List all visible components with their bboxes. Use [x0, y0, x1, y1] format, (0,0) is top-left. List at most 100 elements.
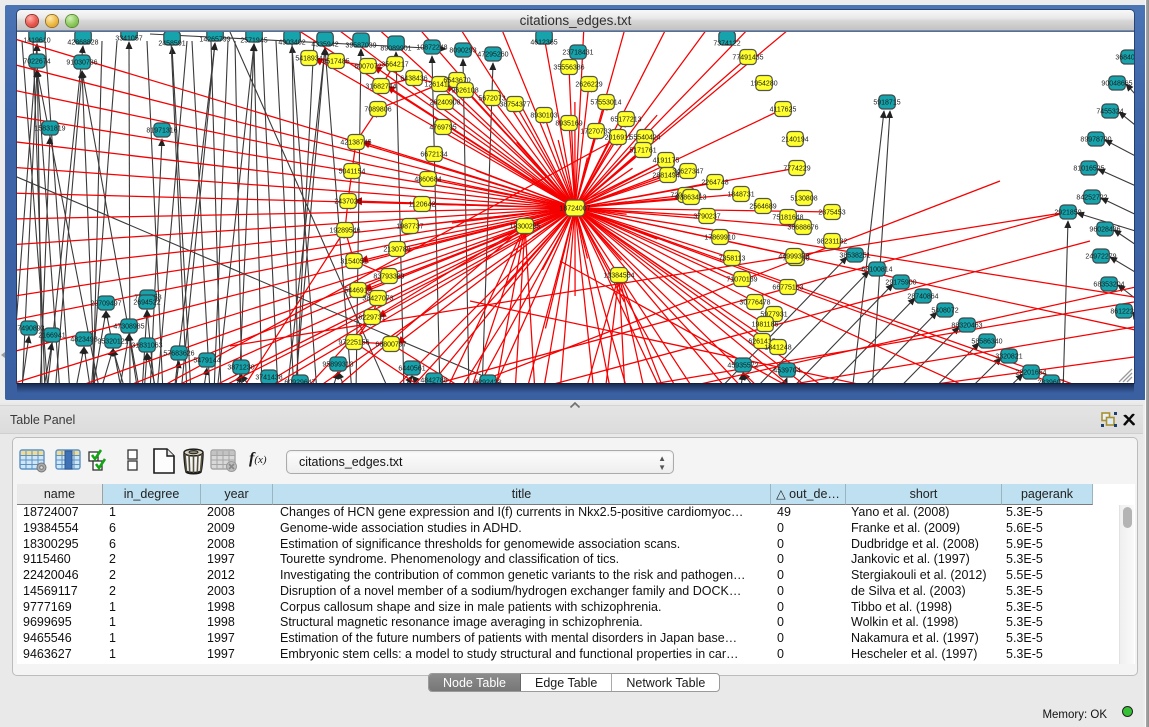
svg-text:7374122: 7374122: [713, 41, 740, 48]
svg-text:38688676: 38688676: [787, 225, 818, 232]
svg-text:98231132: 98231132: [817, 239, 848, 246]
svg-text:6672134: 6672134: [420, 152, 447, 159]
svg-text:1981186: 1981186: [752, 322, 779, 329]
svg-text:6229731: 6229731: [358, 315, 385, 322]
svg-text:8090293: 8090293: [449, 48, 476, 55]
svg-text:84252722: 84252722: [1076, 195, 1107, 202]
svg-text:38427073: 38427073: [362, 296, 393, 303]
svg-text:2626229: 2626229: [575, 82, 602, 89]
svg-text:65177213: 65177213: [610, 117, 641, 124]
svg-text:3154051: 3154051: [340, 259, 367, 266]
svg-text:4860684: 4860684: [414, 177, 441, 184]
svg-text:90048665: 90048665: [1101, 81, 1132, 88]
svg-text:96028436: 96028436: [1089, 227, 1120, 234]
svg-text:77491435: 77491435: [732, 55, 763, 62]
svg-text:47308985: 47308985: [113, 324, 144, 331]
svg-text:5918715: 5918715: [873, 100, 900, 107]
svg-text:2921859: 2921859: [1054, 210, 1081, 217]
svg-text:87490893: 87490893: [17, 326, 45, 333]
svg-text:95320121: 95320121: [97, 339, 128, 346]
svg-text:26240908: 26240908: [429, 100, 460, 107]
svg-text:29175900: 29175900: [885, 280, 916, 287]
svg-text:3320821: 3320821: [995, 354, 1022, 361]
svg-text:8930103: 8930103: [530, 113, 557, 120]
svg-text:5479144: 5479144: [193, 358, 220, 365]
svg-text:68353204: 68353204: [1093, 282, 1124, 289]
svg-text:5171761: 5171761: [629, 148, 656, 155]
svg-text:18300295: 18300295: [509, 224, 540, 231]
svg-text:2694522: 2694522: [133, 300, 160, 307]
svg-text:4335942: 4335942: [311, 42, 338, 49]
svg-text:4903402: 4903402: [278, 40, 305, 47]
svg-text:2564689: 2564689: [749, 204, 776, 211]
svg-text:2016911: 2016911: [605, 135, 632, 142]
svg-text:1987737: 1987737: [396, 224, 423, 231]
svg-text:7022674: 7022674: [23, 59, 50, 66]
svg-text:57553014: 57553014: [590, 100, 621, 107]
svg-text:28740864: 28740864: [907, 294, 938, 301]
svg-text:81971316: 81971316: [146, 128, 177, 135]
svg-text:2458591: 2458591: [158, 41, 185, 48]
svg-text:97225156: 97225156: [338, 340, 369, 347]
svg-text:24972279: 24972279: [1085, 254, 1116, 261]
svg-text:9626108: 9626108: [451, 88, 478, 95]
svg-text:8612220: 8612220: [1110, 309, 1134, 316]
svg-text:17869910: 17869910: [704, 235, 735, 242]
svg-text:55540424: 55540424: [629, 135, 660, 142]
svg-text:1120642: 1120642: [409, 202, 436, 209]
svg-text:1419610: 1419610: [23, 38, 50, 45]
svg-text:63100814: 63100814: [861, 267, 892, 274]
svg-text:68800797: 68800797: [375, 342, 406, 349]
svg-text:6007072: 6007072: [354, 64, 381, 71]
svg-text:1848731: 1848731: [727, 192, 754, 199]
svg-text:2437026: 2437026: [334, 199, 361, 206]
svg-text:2130789: 2130789: [383, 247, 410, 254]
svg-text:2166941: 2166941: [38, 333, 65, 340]
svg-text:7089806: 7089806: [364, 107, 391, 114]
svg-text:5446912: 5446912: [344, 288, 371, 295]
svg-text:39587039: 39587039: [345, 43, 376, 50]
svg-text:81016525: 81016525: [1073, 166, 1104, 173]
svg-text:7774229: 7774229: [783, 166, 810, 173]
svg-text:23718431: 23718431: [562, 50, 593, 57]
svg-text:3341057: 3341057: [115, 36, 142, 43]
svg-text:2375453: 2375453: [818, 210, 845, 217]
svg-text:3741438: 3741438: [255, 375, 282, 382]
svg-text:7455324: 7455324: [1096, 109, 1123, 116]
svg-text:3871230: 3871230: [227, 365, 254, 372]
svg-text:95899313: 95899313: [322, 362, 353, 369]
svg-text:4191175: 4191175: [653, 158, 680, 165]
svg-text:2140194: 2140194: [781, 137, 808, 144]
svg-text:89978790: 89978790: [1080, 137, 1111, 144]
svg-text:3564217: 3564217: [381, 62, 408, 69]
svg-text:19384554: 19384554: [603, 273, 634, 280]
svg-text:31682744: 31682744: [365, 84, 396, 91]
svg-text:4612365: 4612365: [530, 40, 557, 47]
svg-text:19289546: 19289546: [329, 228, 360, 235]
svg-text:15831819: 15831819: [34, 126, 65, 133]
svg-text:38538251: 38538251: [839, 253, 870, 260]
svg-text:38754377: 38754377: [499, 102, 530, 109]
svg-text:4823498: 4823498: [70, 337, 97, 344]
svg-text:35556386: 35556386: [553, 65, 584, 72]
svg-text:5130808: 5130808: [790, 196, 817, 203]
svg-text:5418934: 5418934: [295, 56, 322, 63]
svg-text:88320463: 88320463: [951, 323, 982, 330]
svg-text:30776478: 30776478: [739, 300, 770, 307]
svg-text:6440561: 6440561: [398, 366, 425, 373]
svg-text:14265799: 14265799: [199, 37, 230, 44]
svg-text:42138745: 42138745: [340, 140, 371, 147]
svg-text:22201654: 22201654: [1015, 370, 1046, 377]
svg-text:44999379: 44999379: [778, 254, 809, 261]
svg-text:8935169: 8935169: [555, 121, 582, 128]
svg-text:1954280: 1954280: [750, 81, 777, 88]
svg-text:1841248: 1841248: [764, 345, 791, 352]
svg-text:4117625: 4117625: [770, 107, 797, 114]
svg-text:57683626: 57683626: [163, 351, 194, 358]
svg-text:83863413: 83863413: [675, 195, 706, 202]
svg-text:2264748: 2264748: [701, 180, 728, 187]
svg-text:20709497: 20709497: [90, 301, 121, 308]
svg-text:7358113: 7358113: [719, 256, 746, 263]
svg-text:45935572: 45935572: [727, 363, 758, 370]
svg-text:10872248: 10872248: [416, 45, 447, 52]
